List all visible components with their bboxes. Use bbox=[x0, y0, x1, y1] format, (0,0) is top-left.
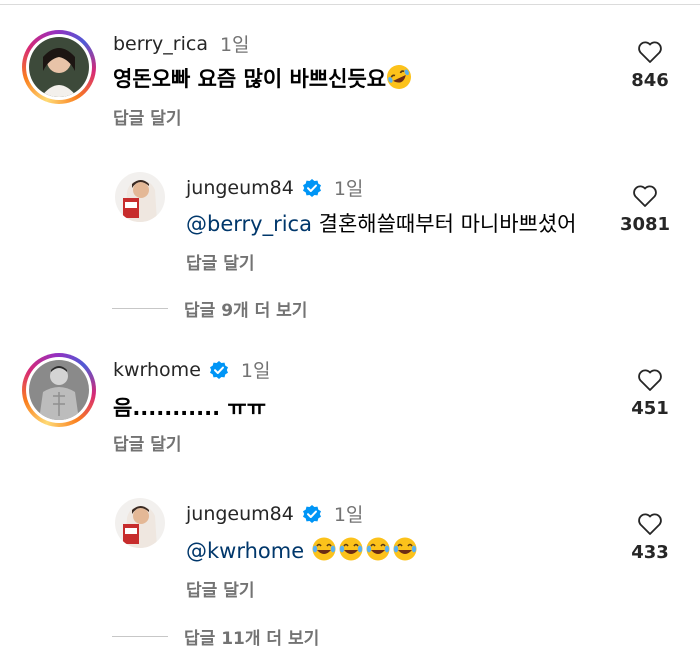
comment-text: @berry_rica 결혼해쓸때부터 마니바쁘셨어 bbox=[186, 208, 577, 238]
avatar-story-ring[interactable] bbox=[22, 30, 96, 104]
like-group: 451 bbox=[620, 368, 680, 419]
like-count: 3081 bbox=[619, 214, 671, 235]
timestamp: 1일 bbox=[333, 178, 364, 200]
heart-icon[interactable] bbox=[637, 40, 663, 64]
divider-line bbox=[112, 636, 168, 637]
like-group: 3081 bbox=[615, 184, 675, 235]
reply-button[interactable]: 답글 달기 bbox=[186, 249, 254, 274]
username[interactable]: kwrhome bbox=[113, 359, 201, 381]
username[interactable]: jungeum84 bbox=[186, 177, 294, 199]
view-more-replies-label[interactable]: 답글 11개 더 보기 bbox=[184, 624, 319, 649]
avatar bbox=[29, 360, 89, 420]
username[interactable]: jungeum84 bbox=[186, 503, 294, 525]
like-count: 451 bbox=[631, 398, 669, 419]
avatar[interactable] bbox=[115, 498, 165, 548]
like-group: 433 bbox=[620, 512, 680, 563]
comment-text: 영돈오빠 요즘 많이 바쁘신듯요 bbox=[113, 63, 412, 95]
like-count: 433 bbox=[631, 542, 669, 563]
timestamp: 1일 bbox=[333, 504, 364, 526]
like-group: 846 bbox=[620, 40, 680, 91]
comment-text: @kwrhome bbox=[186, 536, 419, 563]
avatar-story-ring[interactable] bbox=[22, 353, 96, 427]
tears-of-joy-emoji-icon bbox=[311, 537, 419, 563]
heart-icon[interactable] bbox=[637, 368, 663, 392]
username[interactable]: berry_rica bbox=[113, 33, 208, 55]
reply-button[interactable]: 답글 달기 bbox=[113, 430, 181, 455]
like-count: 846 bbox=[631, 70, 669, 91]
verified-badge-icon bbox=[302, 178, 322, 198]
top-divider bbox=[0, 4, 700, 5]
timestamp: 1일 bbox=[219, 34, 250, 56]
divider-line bbox=[112, 308, 168, 309]
verified-badge-icon bbox=[209, 360, 229, 380]
comment-text: 음........... ㅠㅠ bbox=[113, 396, 267, 420]
comment-text-body: 결혼해쓸때부터 마니바쁘셨어 bbox=[318, 212, 577, 236]
reply-button[interactable]: 답글 달기 bbox=[186, 576, 254, 601]
avatar[interactable] bbox=[115, 172, 165, 222]
mention-link[interactable]: @berry_rica bbox=[186, 212, 312, 236]
view-more-replies[interactable]: 답글 9개 더 보기 bbox=[112, 296, 307, 321]
verified-badge-icon bbox=[302, 504, 322, 524]
reply-button[interactable]: 답글 달기 bbox=[113, 104, 181, 129]
heart-icon[interactable] bbox=[632, 184, 658, 208]
view-more-replies[interactable]: 답글 11개 더 보기 bbox=[112, 624, 319, 649]
comment-text-body: 영돈오빠 요즘 많이 바쁘신듯요 bbox=[113, 67, 387, 91]
rolling-laughing-emoji-icon bbox=[386, 64, 412, 95]
view-more-replies-label[interactable]: 답글 9개 더 보기 bbox=[184, 296, 307, 321]
avatar bbox=[29, 37, 89, 97]
mention-link[interactable]: @kwrhome bbox=[186, 539, 304, 563]
timestamp: 1일 bbox=[240, 360, 271, 382]
heart-icon[interactable] bbox=[637, 512, 663, 536]
